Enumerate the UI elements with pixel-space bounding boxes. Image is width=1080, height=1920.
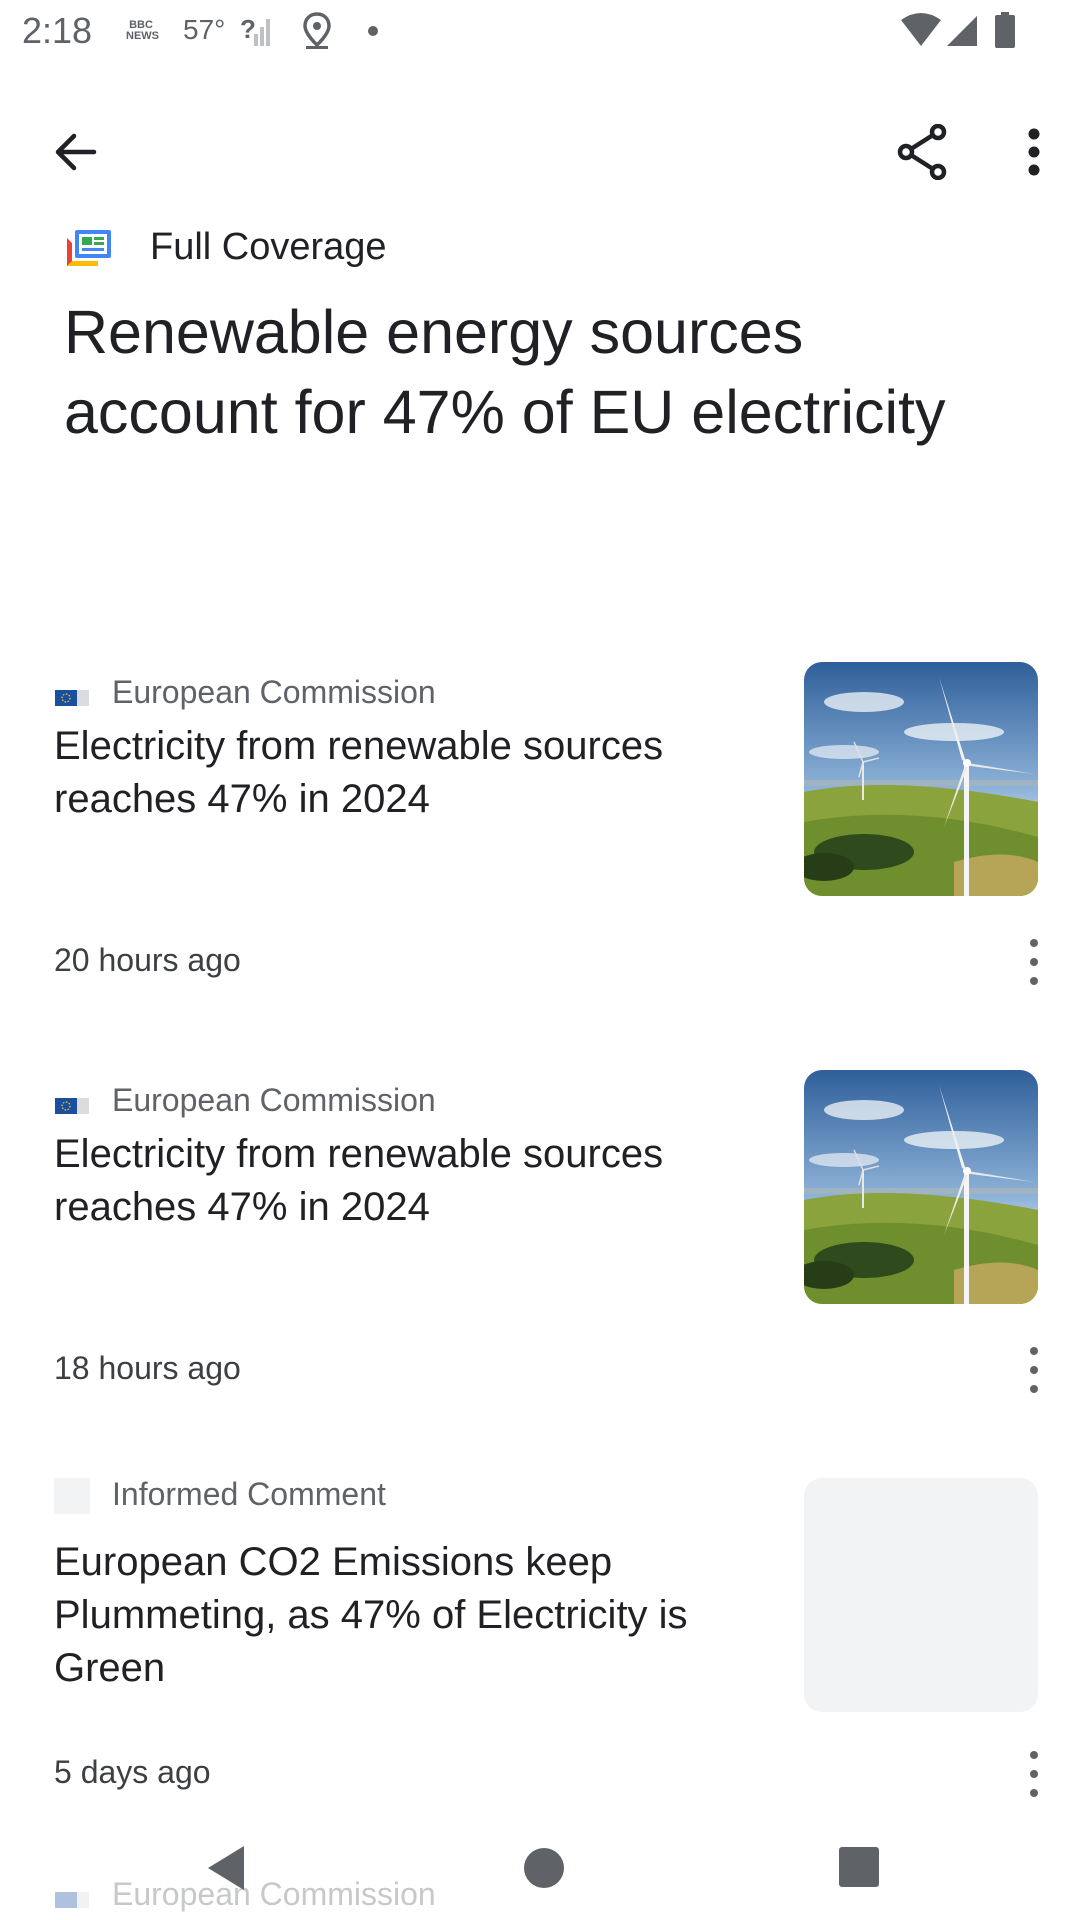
battery-icon xyxy=(995,12,1015,48)
article-time: 20 hours ago xyxy=(54,942,241,978)
weather-temperature: 57° xyxy=(183,14,226,45)
more-vert-icon-dot xyxy=(1030,1788,1038,1797)
svg-text:?: ? xyxy=(240,14,256,44)
article-time: 18 hours ago xyxy=(54,1350,241,1386)
source-name: European Commission xyxy=(112,674,436,710)
notification-dot-icon xyxy=(368,26,378,36)
more-vert-icon-dot xyxy=(1030,1365,1038,1374)
more-vert-icon-dot xyxy=(1030,939,1038,948)
status-time: 2:18 xyxy=(22,10,93,51)
more-vert-icon xyxy=(1028,128,1040,176)
section-label: Full Coverage xyxy=(150,226,387,268)
location-icon xyxy=(303,12,331,49)
article-time: 5 days ago xyxy=(54,1754,211,1790)
article-more-button[interactable] xyxy=(1014,1342,1054,1398)
cell-signal-icon xyxy=(947,16,977,46)
more-vert-icon-dot xyxy=(1030,1347,1038,1356)
system-nav-bar xyxy=(0,1840,1080,1920)
article-more-button[interactable] xyxy=(1014,934,1054,990)
nav-recents-icon[interactable] xyxy=(838,1846,880,1888)
status-bar: 2:18 BBC NEWS 57° ? xyxy=(0,0,1080,64)
article-card[interactable]: Informed Comment European CO2 Emissions … xyxy=(0,1476,1080,1878)
source-name: European Commission xyxy=(112,1082,436,1118)
full-coverage-icon xyxy=(67,230,111,266)
nav-home-icon[interactable] xyxy=(522,1846,566,1890)
article-title[interactable]: Electricity from renewable sources reach… xyxy=(54,720,764,826)
article-title[interactable]: European CO2 Emissions keep Plummeting, … xyxy=(54,1536,764,1695)
article-card[interactable]: European Commission Electricity from ren… xyxy=(0,662,1080,1062)
more-vert-icon-dot xyxy=(1030,976,1038,985)
full-coverage-screen: 2:18 BBC NEWS 57° ? Full Coverage Renewa… xyxy=(0,0,1080,1920)
loading-placeholder[interactable] xyxy=(804,1478,1038,1712)
source-name: Informed Comment xyxy=(112,1476,386,1512)
back-arrow-icon xyxy=(55,133,97,171)
page-title: Renewable energy sources account for 47%… xyxy=(64,298,946,446)
more-vert-icon-dot xyxy=(1030,1769,1038,1778)
eu-flag-icon xyxy=(55,690,89,706)
more-vert-icon-dot xyxy=(1030,1384,1038,1393)
more-vert-icon-dot xyxy=(1030,1751,1038,1760)
article-thumbnail[interactable] xyxy=(804,1070,1038,1304)
wifi-icon xyxy=(901,13,941,46)
article-thumbnail[interactable] xyxy=(804,662,1038,896)
article-card[interactable]: European Commission Electricity from ren… xyxy=(0,1070,1080,1470)
nav-back-icon[interactable] xyxy=(204,1844,248,1892)
overflow-menu-button[interactable] xyxy=(1006,114,1062,190)
wind-turbine-image xyxy=(804,1070,1038,1304)
article-title[interactable]: Electricity from renewable sources reach… xyxy=(54,1128,764,1234)
share-icon xyxy=(897,124,947,180)
article-more-button[interactable] xyxy=(1014,1746,1054,1802)
back-button[interactable] xyxy=(40,116,112,188)
wind-turbine-image xyxy=(804,662,1038,896)
placeholder-icon xyxy=(54,1478,90,1514)
more-vert-icon-dot xyxy=(1030,957,1038,966)
bbc-news-icon: BBC NEWS xyxy=(126,19,159,42)
no-signal-icon: ? xyxy=(240,14,270,46)
share-button[interactable] xyxy=(884,114,960,190)
eu-flag-icon xyxy=(55,1098,89,1114)
